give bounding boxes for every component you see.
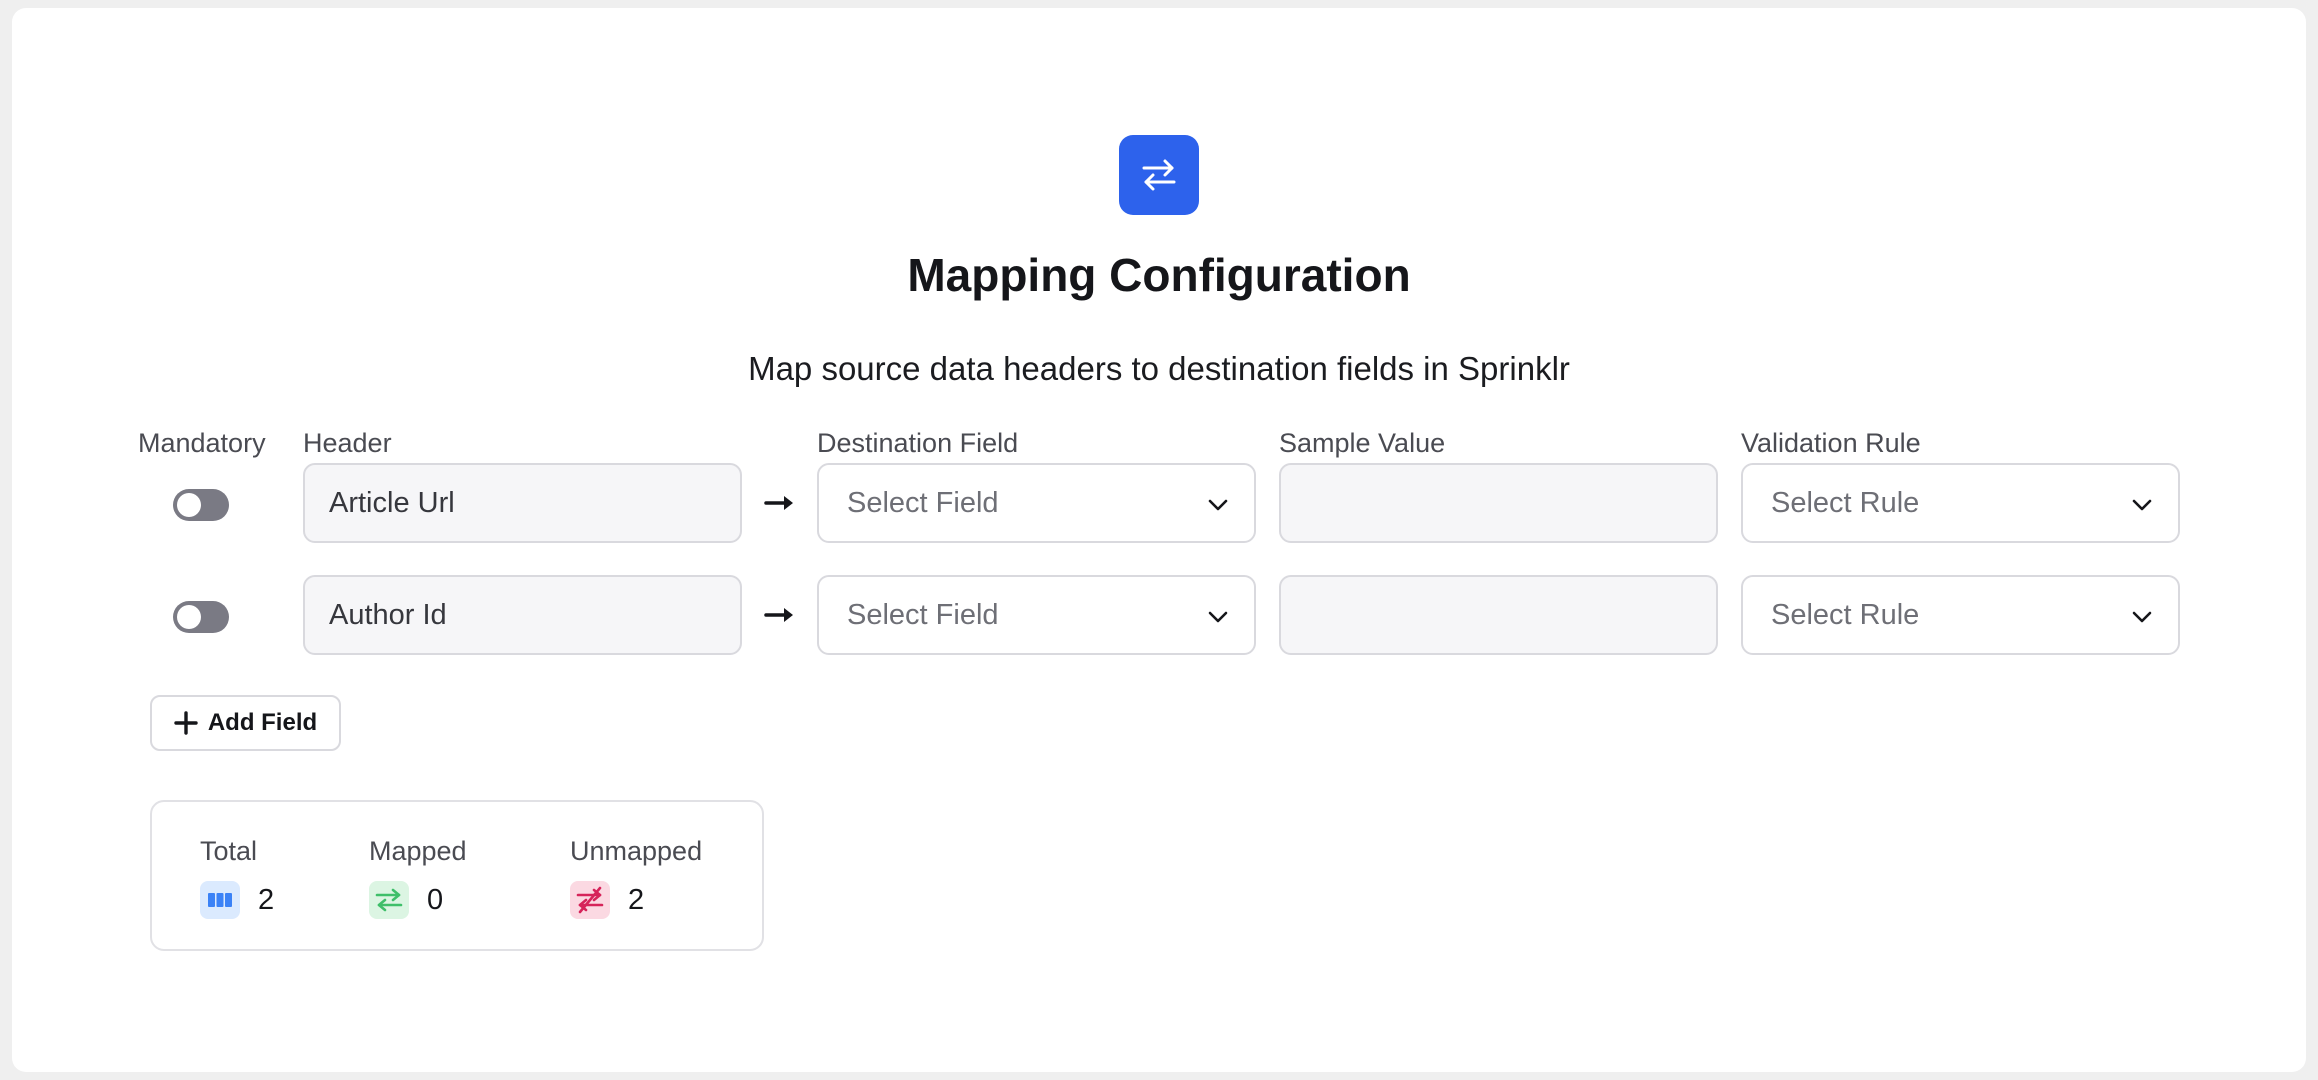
destination-select-placeholder: Select Field <box>847 598 999 631</box>
stat-unmapped-label: Unmapped <box>570 836 703 866</box>
column-label-header: Header <box>303 428 392 458</box>
toggle-knob <box>177 605 201 629</box>
stat-total: Total 2 <box>200 836 274 919</box>
add-field-label: Add Field <box>207 709 318 736</box>
column-label-destination: Destination Field <box>817 428 1019 458</box>
destination-select-placeholder: Select Field <box>847 486 999 519</box>
column-label-sample: Sample Value <box>1279 428 1446 458</box>
toggle-knob <box>177 493 201 517</box>
swap-arrows-icon <box>369 881 409 919</box>
stat-total-label: Total <box>200 836 258 866</box>
header-field-row-2[interactable]: Author Id <box>303 575 742 655</box>
chevron-down-icon <box>2132 499 2152 511</box>
chevron-down-icon <box>2132 611 2152 623</box>
mapping-stats-panel: Total 2 Mapped 0 Unmapped 2 <box>150 800 764 951</box>
validation-select-row-2[interactable]: Select Rule <box>1741 575 2180 655</box>
sample-value-row-1[interactable] <box>1279 463 1718 543</box>
mandatory-toggle-row-1[interactable] <box>173 489 229 521</box>
sample-value-row-2[interactable] <box>1279 575 1718 655</box>
stat-unmapped: Unmapped 2 <box>570 836 702 919</box>
plus-icon <box>174 711 198 735</box>
destination-select-row-1[interactable]: Select Field <box>817 463 1256 543</box>
stat-mapped-label: Mapped <box>369 836 467 866</box>
stat-mapped: Mapped 0 <box>369 836 467 919</box>
mapping-card: Mapping Configuration Map source data he… <box>12 8 2306 1072</box>
column-label-validation: Validation Rule <box>1741 428 1921 458</box>
add-field-button[interactable]: Add Field <box>150 695 341 751</box>
validation-select-row-1[interactable]: Select Rule <box>1741 463 2180 543</box>
page-title: Mapping Configuration <box>907 249 1411 301</box>
arrow-right-icon <box>764 608 793 622</box>
swap-arrows-icon <box>1119 135 1199 215</box>
validation-select-placeholder: Select Rule <box>1771 486 1920 519</box>
chevron-down-icon <box>1208 499 1228 511</box>
stat-mapped-value: 0 <box>427 883 444 916</box>
validation-select-placeholder: Select Rule <box>1771 598 1920 631</box>
arrow-right-icon <box>764 496 793 510</box>
stat-total-value: 2 <box>258 883 275 916</box>
destination-select-row-2[interactable]: Select Field <box>817 575 1256 655</box>
stat-unmapped-value: 2 <box>628 883 645 916</box>
header-field-row-1[interactable]: Article Url <box>303 463 742 543</box>
column-label-mandatory: Mandatory <box>138 428 266 458</box>
page-subtitle: Map source data headers to destination f… <box>748 350 1570 387</box>
columns-icon <box>200 881 240 919</box>
chevron-down-icon <box>1208 611 1228 623</box>
swap-arrows-off-icon <box>570 881 610 919</box>
mandatory-toggle-row-2[interactable] <box>173 601 229 633</box>
